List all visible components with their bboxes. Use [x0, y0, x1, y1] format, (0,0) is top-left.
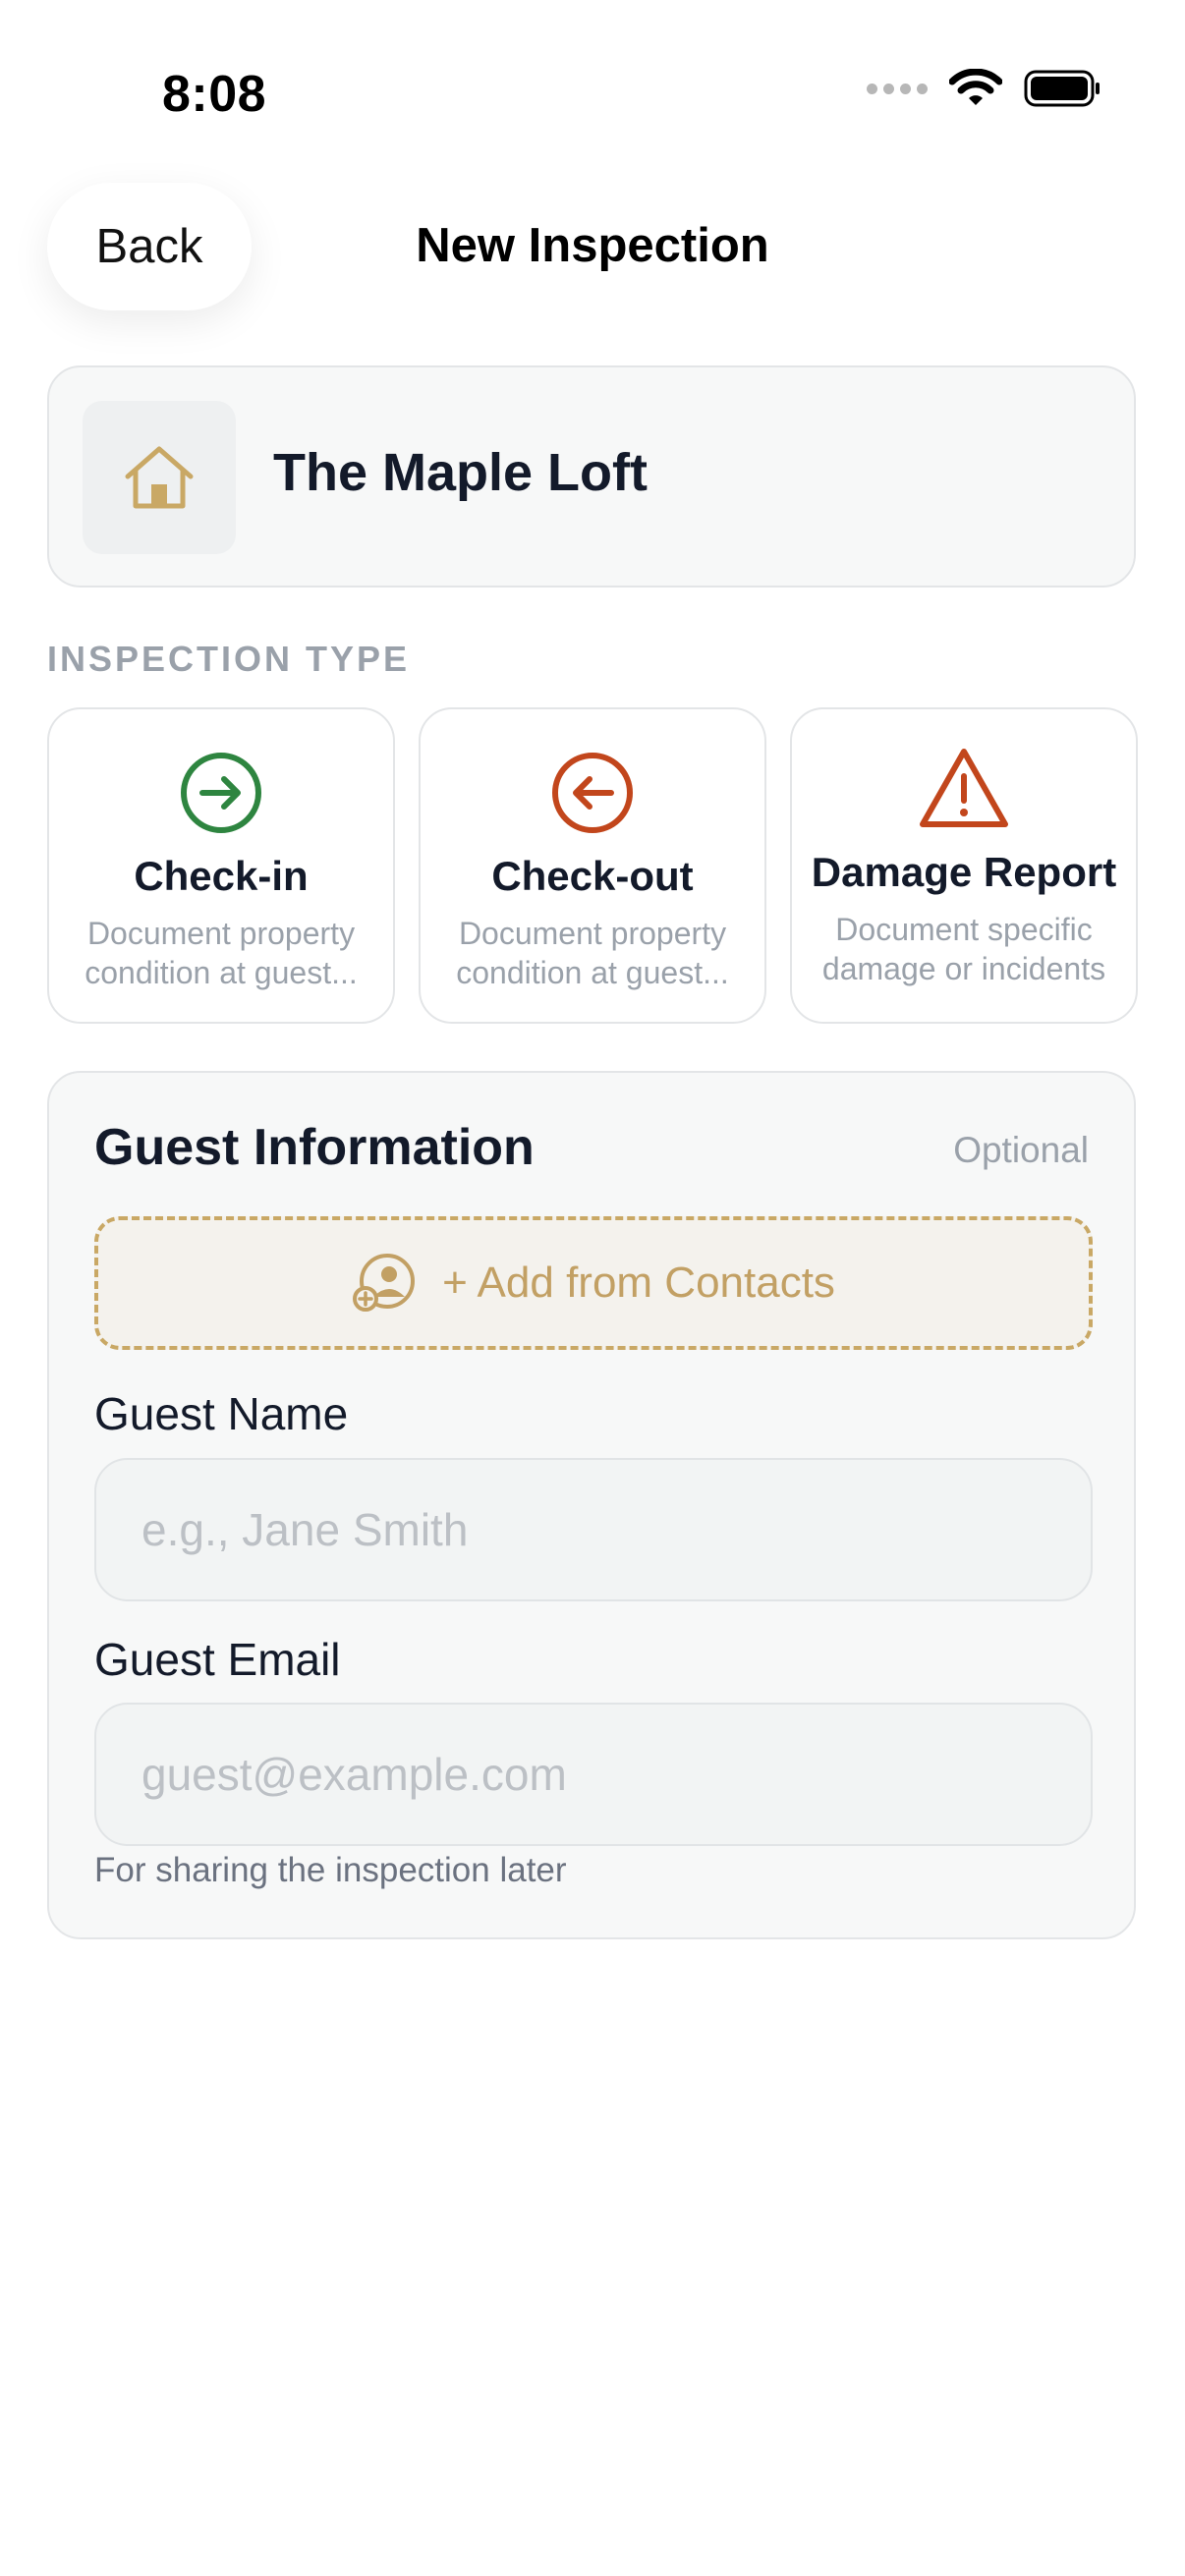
damage-report-description: Document specific damage or incidents [821, 912, 1106, 986]
guest-information-card: Guest Information Optional + Add from Co… [47, 1071, 1136, 1939]
guest-information-title: Guest Information [94, 1119, 535, 1176]
add-from-contacts-label: + Add from Contacts [442, 1259, 835, 1307]
checkout-description: Document property condition at guest... [456, 916, 729, 990]
checkout-title: Check-out [491, 853, 694, 899]
page-title: New Inspection [416, 219, 769, 272]
battery-icon [1024, 70, 1100, 107]
status-time: 8:08 [162, 66, 267, 123]
damage-report-title: Damage Report [811, 849, 1117, 895]
wifi-icon [949, 69, 1002, 105]
arrow-left-circle-icon [552, 753, 633, 833]
guest-email-helper-text: For sharing the inspection later [94, 1851, 567, 1889]
cellular-signal-icon [867, 83, 928, 94]
inspection-type-label: INSPECTION TYPE [47, 639, 411, 679]
status-indicators [867, 69, 1102, 108]
house-icon [125, 446, 194, 509]
property-name: The Maple Loft [273, 443, 648, 502]
arrow-right-circle-icon [181, 753, 261, 833]
guest-email-label: Guest Email [94, 1634, 341, 1685]
optional-label: Optional [953, 1130, 1089, 1170]
guest-name-input[interactable] [94, 1458, 1093, 1601]
inspection-type-checkin[interactable]: Check-in Document property condition at … [47, 707, 395, 1024]
guest-email-input[interactable] [94, 1703, 1093, 1846]
property-card: The Maple Loft [47, 365, 1136, 588]
inspection-type-checkout[interactable]: Check-out Document property condition at… [419, 707, 766, 1024]
warning-triangle-icon [920, 749, 1008, 827]
add-contact-icon [353, 1254, 416, 1312]
add-from-contacts-button[interactable]: + Add from Contacts [94, 1216, 1093, 1350]
checkin-description: Document property condition at guest... [85, 916, 358, 990]
guest-name-label: Guest Name [94, 1388, 349, 1439]
checkin-title: Check-in [134, 853, 309, 899]
property-icon-box [83, 401, 236, 554]
inspection-type-damage-report[interactable]: Damage Report Document specific damage o… [790, 707, 1138, 1024]
